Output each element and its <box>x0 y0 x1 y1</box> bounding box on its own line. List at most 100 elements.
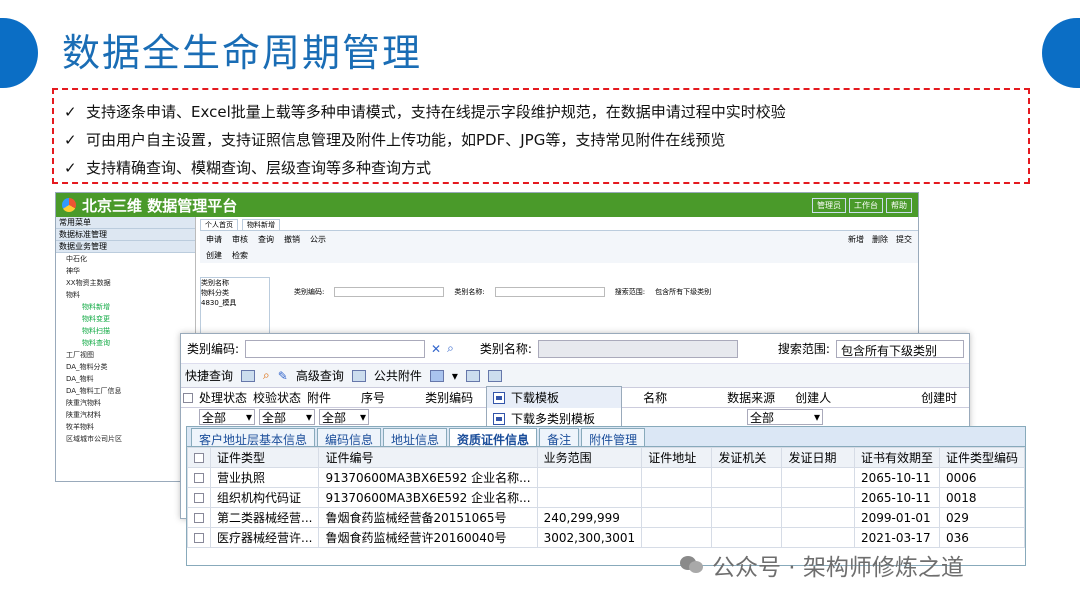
select-all-checkbox[interactable] <box>183 392 193 403</box>
sidebar-item[interactable]: 工厂视图 <box>56 349 195 361</box>
tab-create[interactable]: 创建 <box>206 250 222 261</box>
sidebar-item[interactable]: 陕重汽物料 <box>56 397 195 409</box>
help-button[interactable]: 帮助 <box>886 197 912 213</box>
category-name-input[interactable] <box>494 287 605 297</box>
col-header[interactable]: 证书有效期至 <box>853 447 940 468</box>
sidebar-header[interactable]: 数据标准管理 <box>56 229 195 241</box>
tab-code-info[interactable]: 编码信息 <box>317 428 382 447</box>
col-header[interactable]: 发证机关 <box>711 447 783 468</box>
table-row[interactable]: 医疗器械经营许... 鲁烟食药监械经营许20160040号 3002,300,3… <box>187 527 1026 548</box>
source-filter[interactable]: 全部 ▾ <box>747 409 823 425</box>
col-header[interactable]: 发证日期 <box>781 447 855 468</box>
cell: 240,299,999 <box>536 507 643 528</box>
col-header[interactable]: 附件 <box>301 389 331 406</box>
table-row[interactable]: 组织机构代码证 91370600MA3BX6E592 企业名称... 2065-… <box>187 487 1026 508</box>
sidebar-item[interactable]: DA_物料分类 <box>56 361 195 373</box>
col-header[interactable]: 证件地址 <box>641 447 713 468</box>
sidebar-item[interactable]: 牧羊物料 <box>56 421 195 433</box>
slide-title: 数据全生命周期管理 <box>62 31 423 75</box>
workbench-button[interactable]: 工作台 <box>849 197 883 213</box>
sidebar-item[interactable]: 中石化 <box>56 253 195 265</box>
row-checkbox[interactable] <box>194 513 204 523</box>
clear-icon[interactable]: ✕ <box>431 342 441 356</box>
col-header[interactable]: 序号 <box>331 389 385 406</box>
cell <box>711 527 783 548</box>
sidebar-header[interactable]: 常用菜单 <box>56 217 195 229</box>
col-header[interactable]: 业务范围 <box>536 447 643 468</box>
check-filter[interactable]: 全部 ▾ <box>259 409 315 425</box>
tab-qualification[interactable]: 资质证件信息 <box>449 428 538 447</box>
download-template-icon[interactable] <box>429 369 444 382</box>
cell: 鲁烟食药监械经营备20151065号 <box>318 507 538 528</box>
advanced-query-button[interactable]: 高级查询 <box>296 367 344 384</box>
tab-search[interactable]: 检索 <box>232 250 248 261</box>
col-header[interactable]: 证件类型编码 <box>938 447 1026 468</box>
tab-address-info[interactable]: 地址信息 <box>383 428 448 447</box>
page-tabs: 个人首页 物料新增 <box>200 217 918 231</box>
col-header[interactable]: 创建人 <box>775 389 831 406</box>
sidebar-item[interactable]: XX物资主数据 <box>56 277 195 289</box>
public-attachment-button[interactable]: 公共附件 <box>374 367 422 384</box>
publicize-button[interactable]: 公示 <box>310 234 326 245</box>
admin-button[interactable]: 管理员 <box>812 197 846 213</box>
scope-select[interactable]: 包含所有下级类别 <box>655 287 711 297</box>
tree-item[interactable]: 4830_模具 <box>201 298 269 308</box>
sidebar-item[interactable]: 物料 <box>56 289 195 301</box>
tree-item[interactable]: 物料分类 <box>201 288 269 298</box>
col-header[interactable]: 数据来源 <box>667 389 775 406</box>
sidebar-item[interactable]: DA_物料工厂信息 <box>56 385 195 397</box>
delete-button[interactable]: 删除 <box>872 234 888 245</box>
chevron-down-icon[interactable]: ▾ <box>452 369 458 383</box>
col-header[interactable]: 校验状态 <box>247 389 301 406</box>
tab-basic-info[interactable]: 客户地址层基本信息 <box>191 428 316 447</box>
sidebar-item[interactable]: DA_物料 <box>56 373 195 385</box>
magnifier-icon[interactable]: ⌕ <box>263 368 270 383</box>
col-header[interactable]: 处理状态 <box>193 389 247 406</box>
tab-attachments[interactable]: 附件管理 <box>581 428 646 447</box>
add-button[interactable]: 新增 <box>848 234 864 245</box>
grid-icon[interactable] <box>241 369 256 382</box>
scope-select[interactable]: 包含所有下级类别 <box>835 339 964 358</box>
sidebar-subitem[interactable]: 物料查询 <box>56 337 195 349</box>
sidebar-item[interactable]: 区域城市公司片区 <box>56 433 195 445</box>
tab-material-new[interactable]: 物料新增 <box>242 219 280 230</box>
revoke-button[interactable]: 撤销 <box>284 234 300 245</box>
submit-button[interactable]: 提交 <box>896 234 912 245</box>
table-row[interactable]: 营业执照 91370600MA3BX6E592 企业名称... 2065-10-… <box>187 467 1026 488</box>
table-icon[interactable] <box>351 369 366 382</box>
row-checkbox[interactable] <box>194 493 204 503</box>
upload-icon[interactable] <box>487 369 502 382</box>
row-checkbox[interactable] <box>194 473 204 483</box>
cell: 036 <box>938 527 1026 548</box>
sidebar-subitem[interactable]: 物料新增 <box>56 301 195 313</box>
attachment-filter[interactable]: 全部 ▾ <box>319 409 369 425</box>
col-header[interactable]: 证件类型 <box>209 447 320 468</box>
download-template-item[interactable]: 下载模板 <box>487 387 621 408</box>
query-button[interactable]: 查询 <box>258 234 274 245</box>
sidebar-subitem[interactable]: 物料变更 <box>56 313 195 325</box>
sidebar-item[interactable]: 神华 <box>56 265 195 277</box>
row-checkbox[interactable] <box>194 533 204 543</box>
export-icon[interactable] <box>465 369 480 382</box>
col-header[interactable]: 证件编号 <box>318 447 538 468</box>
category-name-input[interactable] <box>537 339 738 358</box>
col-header[interactable]: 类别编码 <box>385 389 473 406</box>
tab-home[interactable]: 个人首页 <box>200 219 238 230</box>
category-code-input[interactable] <box>245 339 426 358</box>
apply-button[interactable]: 申请 <box>206 234 222 245</box>
quick-query-button[interactable]: 快捷查询 <box>185 367 233 384</box>
tab-remarks[interactable]: 备注 <box>539 428 580 447</box>
select-all-checkbox[interactable] <box>194 453 204 463</box>
brush-icon[interactable]: ✎ <box>278 369 288 383</box>
category-code-input[interactable] <box>334 287 445 297</box>
col-header[interactable]: 创建时 <box>831 389 957 406</box>
review-button[interactable]: 审核 <box>232 234 248 245</box>
sidebar-item[interactable]: 陕重汽材料 <box>56 409 195 421</box>
status-filter[interactable]: 全部 ▾ <box>199 409 255 425</box>
table-row[interactable]: 第二类器械经营... 鲁烟食药监械经营备20151065号 240,299,99… <box>187 507 1026 528</box>
search-icon[interactable]: ⌕ <box>447 341 454 356</box>
sidebar-header[interactable]: 数据业务管理 <box>56 241 195 253</box>
sidebar-subitem[interactable]: 物料扫描 <box>56 325 195 337</box>
check-icon: ✓ <box>64 131 77 149</box>
cell <box>641 467 713 488</box>
